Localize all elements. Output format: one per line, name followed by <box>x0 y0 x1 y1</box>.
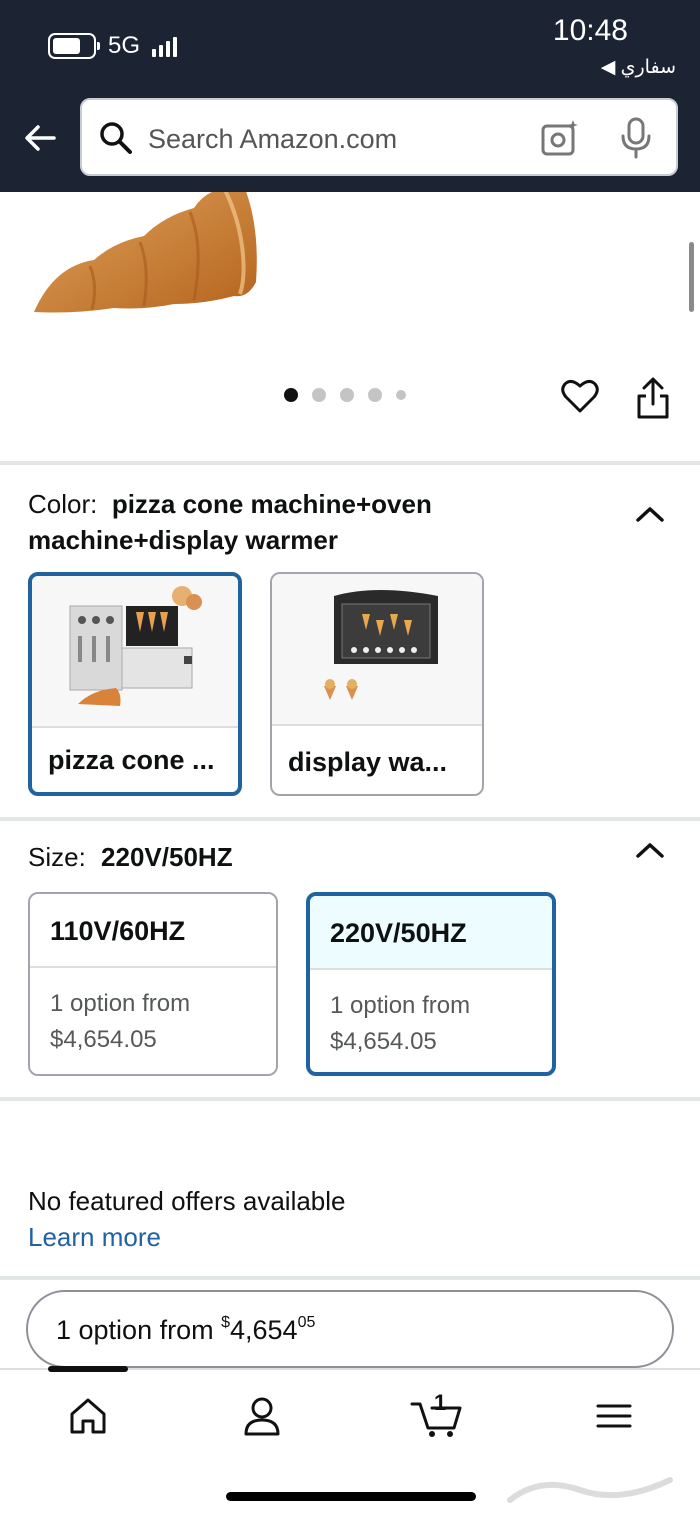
status-bar-left: 5G <box>48 32 178 60</box>
chevron-up-icon[interactable] <box>634 504 666 524</box>
pager-dot[interactable] <box>284 388 298 402</box>
no-offers-message: No featured offers available <box>28 1186 346 1216</box>
color-option-display-warmer[interactable]: display wa... <box>270 572 484 796</box>
cart-button[interactable]: 1 <box>410 1390 466 1438</box>
pager-dot[interactable] <box>396 390 406 400</box>
back-to-app-link[interactable]: ◀ سفاري <box>601 56 676 79</box>
size-option-availability: 1 option from <box>330 992 471 1019</box>
top-header: 5G 10:48 ◀ سفاري Search Amazon.com <box>0 0 700 192</box>
machine-image <box>32 576 238 728</box>
buying-options-text: 1 option from $4,65405 <box>56 1314 315 1346</box>
section-divider <box>0 1097 700 1101</box>
network-label: 5G <box>108 32 141 59</box>
search-input[interactable]: Search Amazon.com <box>148 124 397 155</box>
menu-icon[interactable] <box>592 1394 636 1438</box>
search-icon <box>100 122 132 154</box>
search-bar[interactable]: Search Amazon.com <box>80 98 678 176</box>
account-icon[interactable] <box>240 1394 284 1438</box>
image-pager[interactable] <box>284 388 406 402</box>
section-divider <box>0 461 700 465</box>
home-icon[interactable] <box>66 1394 110 1438</box>
watermark-logo <box>507 1477 673 1503</box>
chevron-up-icon[interactable] <box>634 840 666 860</box>
warmer-image <box>272 574 482 726</box>
buying-options-button[interactable]: 1 option from $4,65405 <box>26 1290 674 1368</box>
pager-dot[interactable] <box>368 388 382 402</box>
pizza-cone-image <box>34 192 257 313</box>
color-option-label: pizza cone ... <box>48 745 215 775</box>
battery-icon <box>48 33 100 59</box>
scroll-indicator <box>689 242 694 312</box>
product-image-gallery[interactable] <box>0 192 700 462</box>
section-divider <box>0 817 700 821</box>
size-option-110v[interactable]: 110V/60HZ 1 option from $4,654.05 <box>28 892 278 1076</box>
bottom-navigation: 1 <box>0 1366 700 1514</box>
clock: 10:48 <box>552 14 628 47</box>
section-divider <box>0 1276 700 1280</box>
size-label-value: 220V/50HZ <box>101 842 233 872</box>
microphone-icon[interactable] <box>618 116 654 160</box>
size-option-label: 220V/50HZ <box>310 896 552 970</box>
size-label-key: Size: <box>28 842 86 872</box>
size-option-220v[interactable]: 220V/50HZ 1 option from $4,654.05 <box>306 892 556 1076</box>
size-selection-label: Size: 220V/50HZ <box>28 842 233 873</box>
size-option-price: $4,654.05 <box>50 1026 157 1053</box>
size-option-availability: 1 option from <box>50 990 191 1017</box>
color-option-pizza-cone[interactable]: pizza cone ... <box>28 572 242 796</box>
price-fraction: 05 <box>297 1314 316 1331</box>
cart-count: 1 <box>434 1390 447 1415</box>
price-whole: 4,654 <box>230 1315 298 1345</box>
signal-icon <box>152 35 178 57</box>
color-selection-label: Color: pizza cone machine+oven machine+d… <box>28 486 588 558</box>
color-label-key: Color: <box>28 489 98 519</box>
camera-search-icon[interactable] <box>540 118 580 158</box>
price-currency: $ <box>221 1314 230 1331</box>
back-arrow-icon[interactable] <box>20 116 64 160</box>
size-option-label: 110V/60HZ <box>30 894 276 968</box>
heart-icon[interactable] <box>560 376 600 416</box>
pager-dot[interactable] <box>340 388 354 402</box>
color-option-label: display wa... <box>288 747 448 777</box>
size-option-price: $4,654.05 <box>330 1028 437 1055</box>
home-indicator[interactable] <box>226 1492 476 1501</box>
active-tab-indicator <box>48 1366 128 1372</box>
learn-more-link[interactable]: Learn more <box>28 1222 161 1253</box>
share-icon[interactable] <box>634 376 672 420</box>
pager-dot[interactable] <box>312 388 326 402</box>
option-prefix: 1 option from <box>56 1315 222 1345</box>
